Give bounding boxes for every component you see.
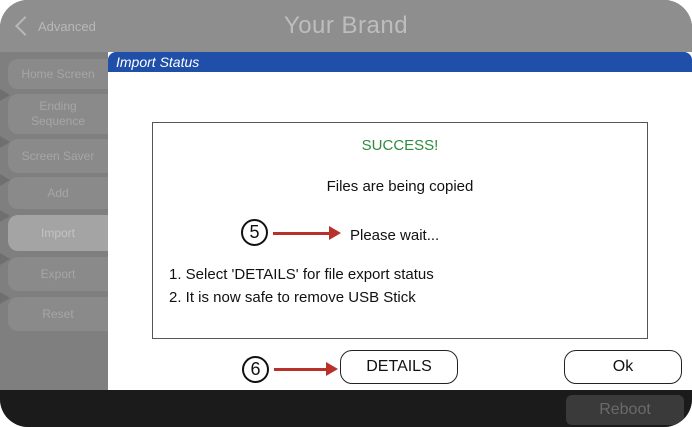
success-text: SUCCESS! [361,137,439,154]
sidebar-item-ending-sequence[interactable]: Ending Sequence [8,94,108,134]
import-status-dialog: Import Status SUCCESS! Files are being c… [108,52,692,390]
sidebar-item-reset[interactable]: Reset [8,297,108,331]
arrow-right-icon [274,362,338,376]
top-bar: Advanced Your Brand [0,0,692,52]
please-wait-text: Please wait... [350,227,440,244]
sidebar-item-label: Import [40,225,75,240]
sidebar-item-home-screen[interactable]: Home Screen [8,59,108,89]
instruction-list: 1. Select 'DETAILS' for file export stat… [169,263,434,309]
dialog-title: Import Status [108,52,692,72]
copying-text: Files are being copied [326,178,474,195]
sidebar-item-label: Add [47,185,69,200]
sidebar-item-label: Screen Saver [21,148,95,163]
sidebar-item-add[interactable]: Add [8,177,108,209]
brand-title: Your Brand [283,12,409,39]
device-frame: Advanced Your Brand Home Screen Ending S… [0,0,692,427]
sidebar-item-screen-saver[interactable]: Screen Saver [8,139,108,173]
sidebar-item-label: Export [40,266,76,281]
list-item: 2. It is now safe to remove USB Stick [169,289,416,306]
sidebar: Home Screen Ending Sequence Screen Saver… [0,52,108,390]
ok-button[interactable]: Ok [564,350,682,384]
sidebar-item-export[interactable]: Export [8,257,108,291]
callout-6-badge: 6 [242,356,269,383]
callout-5-badge: 5 [241,219,268,246]
list-item: 1. Select 'DETAILS' for file export stat… [169,266,434,283]
arrow-right-icon [273,226,341,240]
sidebar-item-import[interactable]: Import [8,215,108,251]
reboot-button[interactable]: Reboot [566,395,684,425]
bottom-bar: Reboot [0,390,692,427]
message-box: SUCCESS! Files are being copied 5 Please… [152,122,648,339]
sidebar-item-label: Reset [42,306,74,321]
sidebar-item-label: Home Screen [21,66,95,81]
sidebar-item-label: Ending Sequence [30,99,86,128]
details-button[interactable]: DETAILS [340,350,458,384]
